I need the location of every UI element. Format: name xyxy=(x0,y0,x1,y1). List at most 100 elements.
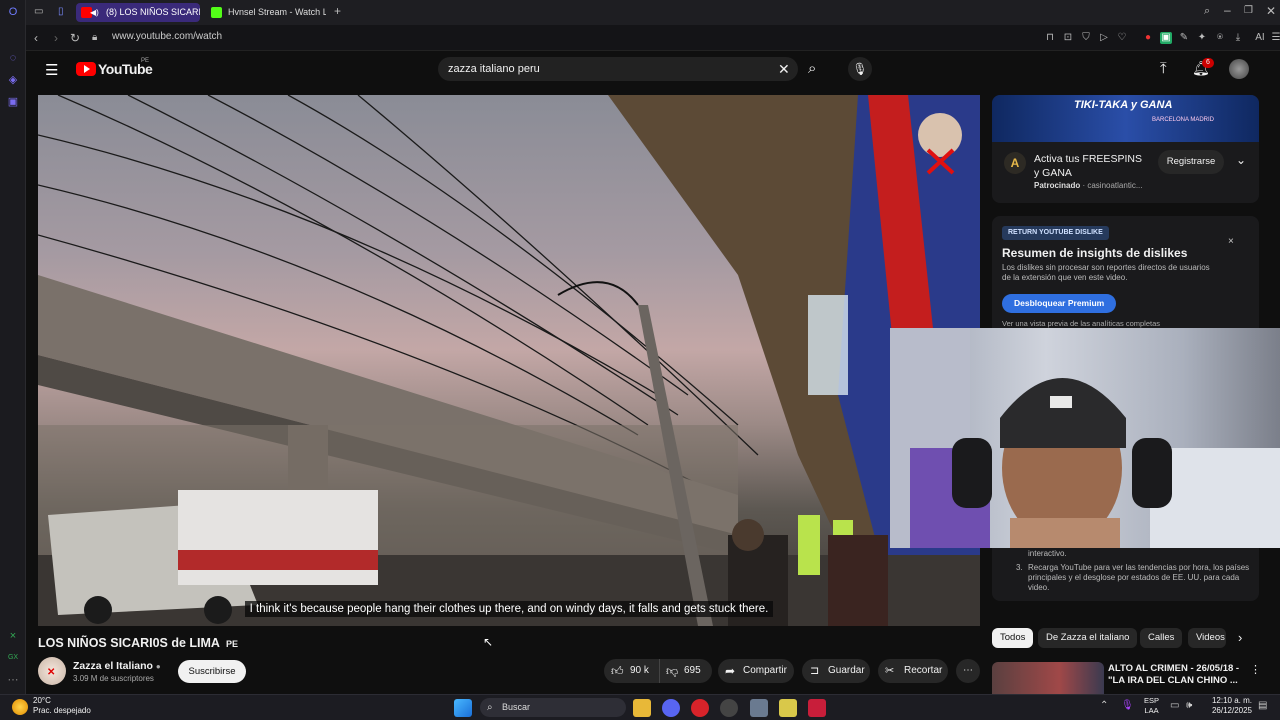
video-title-text: LOS NIÑOS SICARI0S de LIMA xyxy=(38,636,220,650)
gx-corner-icon[interactable]: GX xyxy=(7,652,19,664)
pin-icon[interactable]: ⊓ xyxy=(1044,32,1056,44)
back-icon[interactable]: ‹ xyxy=(34,30,38,46)
notification-center-icon[interactable]: ▤ xyxy=(1258,700,1267,711)
chip-streets[interactable]: Calles xyxy=(1140,628,1183,648)
advertiser-name: casinoatlantic... xyxy=(1087,181,1143,190)
opera-logo-icon[interactable]: O xyxy=(7,6,19,18)
thumbs-down-icon: 👎︎ xyxy=(666,664,679,678)
upload-icon[interactable]: ⤒ xyxy=(1160,60,1167,77)
url-field[interactable]: www.youtube.com/watch xyxy=(112,31,222,42)
chevron-right-icon[interactable]: › xyxy=(1238,630,1242,645)
lock-icon: 🔒︎ xyxy=(92,32,98,43)
bookmark-icon: ⊐ xyxy=(810,665,820,677)
save-button[interactable]: ⊐ Guardar xyxy=(802,659,870,683)
search-value: zazza italiano peru xyxy=(448,63,540,75)
extension-green-icon[interactable]: ▣ xyxy=(1160,32,1172,44)
share-button[interactable]: ➦ Compartir xyxy=(718,659,794,683)
ad-card[interactable]: TIKI-TAKA y GANA BARCELONA MADRID A Acti… xyxy=(992,95,1259,203)
more-actions-button[interactable]: ⋯ xyxy=(956,659,980,683)
search-input[interactable]: zazza italiano peru xyxy=(438,57,798,81)
weather-icon[interactable] xyxy=(12,699,28,715)
ad-banner-sub: BARCELONA MADRID xyxy=(1152,117,1215,123)
bolt-app-icon[interactable] xyxy=(808,699,826,717)
unlock-premium-button[interactable]: Desbloquear Premium xyxy=(1002,294,1117,313)
chip-videos[interactable]: Videos xyxy=(1188,628,1226,648)
subscribe-button[interactable]: Suscribirse xyxy=(178,660,246,683)
discord-icon[interactable] xyxy=(662,699,680,717)
gx-icon[interactable]: × xyxy=(7,630,19,642)
channel-name-text: Zazza el Italiano xyxy=(73,660,153,672)
puzzle-icon[interactable]: ✦ xyxy=(1196,32,1208,44)
close-icon[interactable]: × xyxy=(1228,236,1234,247)
heart-icon[interactable]: ♡ xyxy=(1116,32,1128,44)
avatar[interactable] xyxy=(1229,59,1249,79)
extension-icon[interactable]: ✎ xyxy=(1178,32,1190,44)
hamburger-menu-icon[interactable]: ☰ xyxy=(45,61,58,79)
weather-widget[interactable]: 20°C Prac. despejado xyxy=(33,696,91,716)
youtube-logo-icon[interactable] xyxy=(76,62,96,76)
subscriber-count: 3.09 M de suscriptores xyxy=(73,674,154,683)
reload-icon[interactable]: ↻ xyxy=(70,30,80,46)
profile-ext-icon[interactable]: ⍟ xyxy=(1214,32,1226,44)
media-icon[interactable]: ▣ xyxy=(7,96,19,108)
snapshot-icon[interactable]: ⊡ xyxy=(1062,32,1074,44)
clock[interactable]: 12:10 a. m. 26/12/2025 xyxy=(1204,696,1252,716)
tray-chevron-icon[interactable]: ⌃ xyxy=(1100,700,1108,711)
download-icon[interactable]: ⤓ xyxy=(1232,32,1244,44)
network-icon[interactable]: ▭ xyxy=(1170,700,1179,711)
forward-icon[interactable]: › xyxy=(54,30,58,46)
like-button[interactable]: 👍︎ 90 k xyxy=(604,659,660,683)
search-icon[interactable]: ⌕ xyxy=(808,60,816,77)
new-tab-icon[interactable]: + xyxy=(334,3,341,19)
search-tabs-icon[interactable]: ⌕ xyxy=(1204,3,1210,19)
chip-from-channel[interactable]: De Zazza el italiano xyxy=(1038,628,1138,648)
play-icon[interactable]: ▷ xyxy=(1098,32,1110,44)
shield-icon[interactable]: ⛉ xyxy=(1080,32,1092,44)
obs-icon[interactable] xyxy=(720,699,738,717)
ad-banner[interactable]: TIKI-TAKA y GANA BARCELONA MADRID xyxy=(992,95,1259,142)
bot-icon[interactable]: ◈ xyxy=(7,74,19,86)
next-video-thumbnail[interactable] xyxy=(992,662,1104,694)
close-window-icon[interactable]: ✕ xyxy=(1266,3,1276,19)
next-video-title[interactable]: ALTO AL CRIMEN - 26/05/18 - "LA IRA DEL … xyxy=(1108,663,1239,687)
chevron-down-icon[interactable]: ⌄ xyxy=(1236,153,1246,167)
tab-kick[interactable]: Hvnsel Stream - Watch Live xyxy=(206,3,326,22)
dislike-button[interactable]: 👎︎ 695 xyxy=(662,659,712,683)
ad-banner-text: TIKI-TAKA y GANA xyxy=(1074,99,1173,111)
video-player[interactable]: I think it's because people hang their c… xyxy=(38,95,980,626)
windows-start-icon[interactable] xyxy=(454,699,472,717)
next-video-title-line2: "LA IRA DEL CLAN CHINO ... xyxy=(1108,675,1238,686)
preview-link[interactable]: Ver una vista previa de las analíticas c… xyxy=(1002,319,1160,328)
lang-sub: LAA xyxy=(1144,706,1159,715)
channel-avatar[interactable]: ✕ xyxy=(38,657,66,685)
ai-icon[interactable]: AI xyxy=(1250,32,1270,44)
menu-icon[interactable]: ☰ xyxy=(1270,32,1280,44)
tab-list-icon[interactable]: ▭ xyxy=(34,4,43,20)
channel-name[interactable]: Zazza el Italiano ● xyxy=(73,660,161,672)
extension-red-icon[interactable]: ● xyxy=(1142,32,1154,44)
mic-icon[interactable]: 🎙︎ xyxy=(848,57,872,81)
notification-badge: 6 xyxy=(1202,58,1214,68)
pinned-tab-icon[interactable]: ▯ xyxy=(58,4,64,20)
volume-icon[interactable]: 🕪︎ xyxy=(1186,700,1192,711)
file-explorer-icon[interactable] xyxy=(633,699,651,717)
clear-search-icon[interactable]: ✕ xyxy=(778,61,790,78)
more-icon[interactable]: ⋯ xyxy=(7,674,19,686)
taskbar-search[interactable]: ⌕ Buscar xyxy=(480,698,626,717)
webcam-frame xyxy=(890,328,1280,548)
notes-icon[interactable] xyxy=(779,699,797,717)
language-indicator[interactable]: ESP LAA xyxy=(1144,696,1159,716)
maximize-icon[interactable]: ❐ xyxy=(1244,3,1253,19)
opera-gx-icon[interactable] xyxy=(691,699,709,717)
clip-button[interactable]: ✂ Recortar xyxy=(878,659,948,683)
tab-youtube[interactable]: ◀) (8) LOS NIÑOS SICARIOS xyxy=(76,3,200,22)
messenger-icon[interactable]: ◌ xyxy=(7,52,19,64)
mic-tray-icon[interactable]: 🎙︎ xyxy=(1121,700,1134,711)
app-icon[interactable] xyxy=(750,699,768,717)
register-button[interactable]: Registrarse xyxy=(1158,150,1224,174)
thumbs-up-icon: 👍︎ xyxy=(611,664,624,678)
minimize-icon[interactable]: – xyxy=(1224,2,1231,18)
chip-all[interactable]: Todos xyxy=(992,628,1034,648)
weather-desc: Prac. despejado xyxy=(33,706,91,715)
kebab-menu-icon[interactable]: ⋮ xyxy=(1250,663,1261,676)
